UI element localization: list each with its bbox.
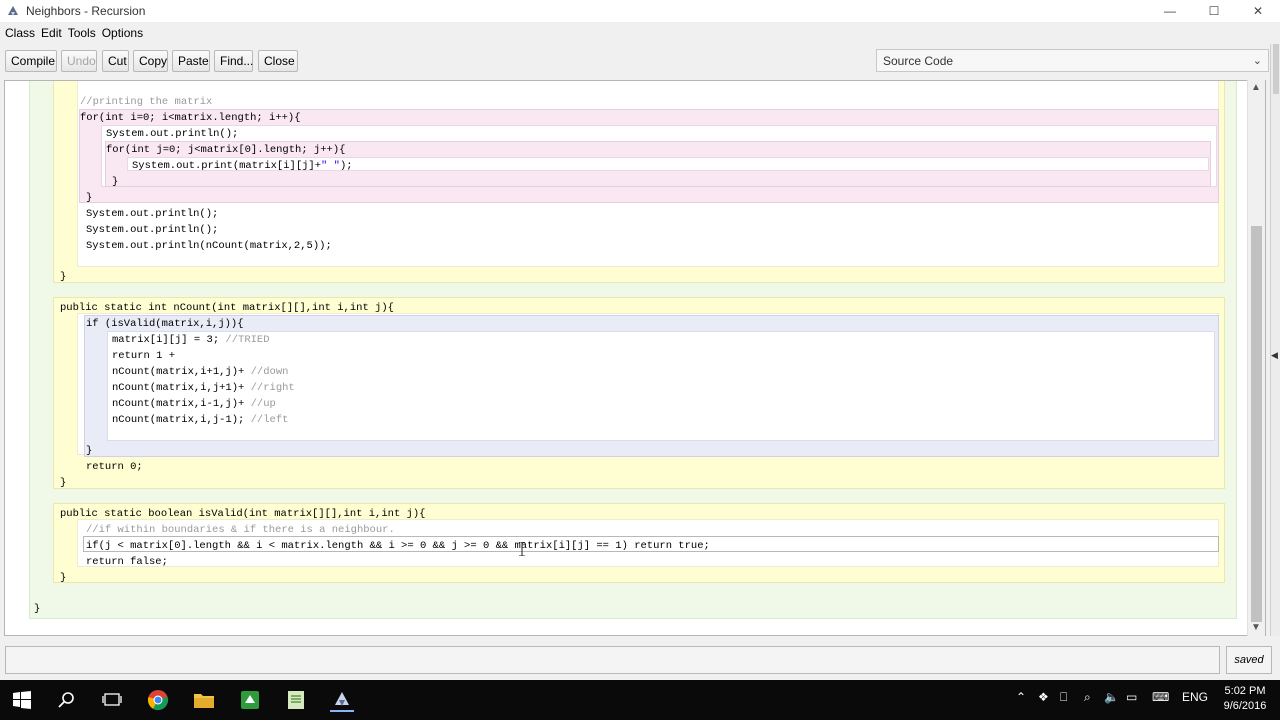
scroll-up-icon[interactable]: ▲ [1251, 82, 1261, 93]
minimize-button[interactable]: — [1148, 0, 1192, 22]
show-hidden-icons-icon[interactable]: ⌃ [1016, 690, 1026, 704]
code-ncount-down: nCount(matrix,i+1,j)+ //down [112, 366, 289, 378]
text-cursor-icon [519, 541, 525, 557]
code-ncount-right: nCount(matrix,i,j+1)+ //right [112, 382, 295, 394]
green-app-icon[interactable] [238, 688, 262, 712]
scroll-down-icon[interactable]: ▼ [1251, 622, 1261, 633]
status-message [5, 646, 1220, 674]
code-comment-printing: //printing the matrix [80, 96, 213, 108]
side-panel-gutter: ◀ [1270, 44, 1280, 636]
taskbar: ⌃ ❖ ⎕ ⌕ 🔈 ▭ ⌨ ENG 5:02 PM 9/6/2016 [0, 680, 1280, 720]
undo-button[interactable]: Undo [61, 50, 97, 72]
input-method-icon[interactable]: ⎕ [1060, 690, 1067, 705]
task-view-icon[interactable] [100, 688, 124, 712]
code-println-1: System.out.println(); [86, 208, 219, 220]
code-isvalid-comment: //if within boundaries & if there is a n… [86, 524, 395, 536]
code-for-inner: for(int j=0; j<matrix[0].length; j++){ [106, 144, 346, 156]
compile-button[interactable]: Compile [5, 50, 57, 72]
vertical-scrollbar[interactable]: ▲ ▼ [1247, 80, 1265, 636]
bluej-app-icon [6, 4, 20, 18]
code-ncount-if: if (isValid(matrix,i,j)){ [86, 318, 244, 330]
code-print-cell: System.out.print(matrix[i][j]+" "); [132, 160, 353, 172]
view-selector[interactable]: Source Code ⌄ [876, 49, 1269, 72]
code-ncount-return-zero: return 0; [86, 461, 143, 473]
dropbox-icon[interactable]: ❖ [1038, 690, 1049, 704]
code-ncount-up: nCount(matrix,i-1,j)+ //up [112, 398, 276, 410]
code-close-outer: } [86, 192, 93, 204]
scrollbar-thumb[interactable] [1251, 226, 1262, 622]
menu-tools[interactable]: Tools [65, 26, 99, 40]
menu-options[interactable]: Options [99, 26, 146, 40]
notepad-icon[interactable] [284, 688, 308, 712]
paste-button[interactable]: Paste [172, 50, 210, 72]
language-indicator[interactable]: ENG [1182, 690, 1208, 704]
panel-scroll-thumb[interactable] [1273, 44, 1279, 94]
file-explorer-icon[interactable] [192, 688, 216, 712]
bluej-taskbar-icon[interactable] [330, 688, 354, 712]
code-ncount-set: matrix[i][j] = 3; //TRIED [112, 334, 270, 346]
code-isvalid-close: } [60, 572, 67, 584]
code-close-class: } [34, 603, 41, 615]
code-isvalid-return-false: return false; [86, 556, 168, 568]
clock-date: 9/6/2016 [1223, 700, 1267, 712]
chevron-down-icon: ⌄ [1252, 55, 1262, 67]
code-close-inner: } [112, 176, 119, 188]
find-button[interactable]: Find... [214, 50, 253, 72]
window-title: Neighbors - Recursion [26, 4, 146, 18]
source-editor[interactable]: //printing the matrix for(int i=0; i<mat… [4, 80, 1266, 636]
maximize-button[interactable]: ☐ [1192, 0, 1236, 22]
code-println-count: System.out.println(nCount(matrix,2,5)); [86, 240, 332, 252]
title-bar: Neighbors - Recursion — ☐ ✕ [0, 0, 1280, 22]
close-window-button[interactable]: ✕ [1236, 0, 1280, 22]
code-ncount-return: return 1 + [112, 350, 176, 362]
battery-icon[interactable]: ▭ [1126, 690, 1137, 704]
code-ncount-left: nCount(matrix,i,j-1); //left [112, 414, 289, 426]
chrome-icon[interactable] [146, 688, 170, 712]
menu-class[interactable]: Class [2, 26, 38, 40]
clock-time: 5:02 PM [1224, 685, 1266, 697]
code-ncount-close-if: } [86, 445, 93, 457]
saved-status: saved [1226, 646, 1272, 674]
close-editor-button[interactable]: Close [258, 50, 298, 72]
keyboard-icon[interactable]: ⌨ [1152, 690, 1169, 704]
code-ncount-close: } [60, 477, 67, 489]
code-isvalid-signature: public static boolean isValid(int matrix… [60, 508, 426, 520]
menu-bar: Class Edit Tools Options [0, 22, 1280, 44]
copy-button[interactable]: Copy [133, 50, 168, 72]
code-for-outer: for(int i=0; i<matrix.length; i++){ [80, 112, 301, 124]
windows-start-icon[interactable] [10, 688, 34, 712]
clock[interactable]: 5:02 PM 9/6/2016 [1214, 684, 1276, 714]
code-ncount-signature: public static int nCount(int matrix[][],… [60, 302, 394, 314]
search-icon[interactable] [55, 688, 79, 712]
collapse-arrow-icon[interactable]: ◀ [1271, 350, 1278, 361]
view-selector-value: Source Code [883, 53, 954, 68]
code-println-blank: System.out.println(); [106, 128, 239, 140]
code-close-main: } [60, 271, 67, 283]
volume-icon[interactable]: 🔈 [1104, 690, 1119, 704]
cut-button[interactable]: Cut [102, 50, 129, 72]
code-isvalid-if: if(j < matrix[0].length && i < matrix.le… [86, 540, 710, 552]
menu-edit[interactable]: Edit [38, 26, 65, 40]
wifi-icon[interactable]: ⌕ [1084, 690, 1091, 705]
code-println-2: System.out.println(); [86, 224, 219, 236]
